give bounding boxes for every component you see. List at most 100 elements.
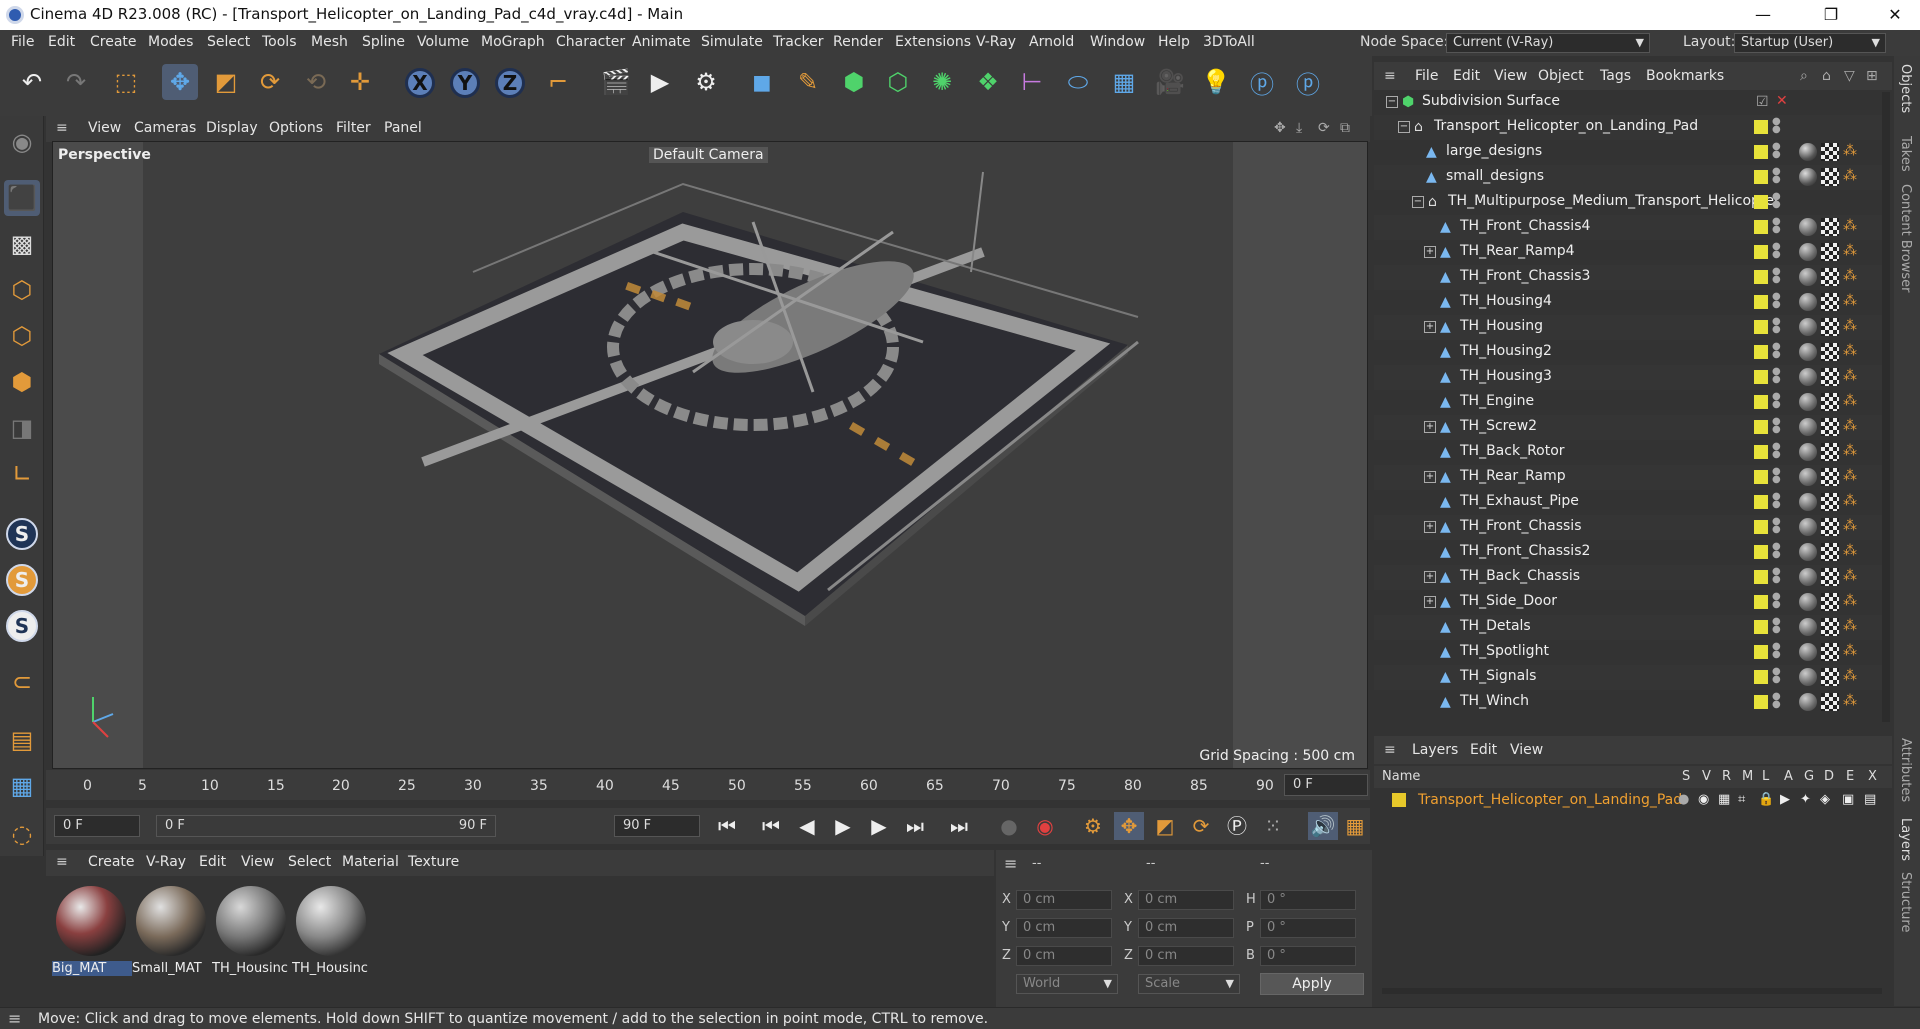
layer-color-swatch[interactable]	[1754, 370, 1768, 384]
layer-color-swatch[interactable]	[1754, 645, 1768, 659]
viewport-menu-options[interactable]: Options	[269, 120, 323, 136]
preview-range-slider[interactable]: 0 F 90 F	[156, 815, 496, 837]
current-frame-field[interactable]: 0 F	[1284, 774, 1368, 796]
menu-character[interactable]: Character	[556, 34, 625, 50]
vray-tag-icon[interactable]: ⁂	[1843, 518, 1861, 536]
visibility-dots[interactable]: ● ●	[1772, 667, 1781, 685]
visibility-dots[interactable]: ● ●	[1772, 192, 1781, 210]
texture-tag-icon[interactable]	[1821, 393, 1839, 411]
previous-frame-icon[interactable]: ◀	[792, 812, 822, 840]
material-menu-view[interactable]: View	[241, 854, 274, 870]
visibility-dots[interactable]: ● ●	[1772, 167, 1781, 185]
layer-color-swatch[interactable]	[1754, 670, 1768, 684]
sound-icon[interactable]: 🔊	[1308, 812, 1338, 840]
size-x-field[interactable]: 0 cm	[1138, 890, 1234, 910]
material-swatch[interactable]: Small_MAT	[132, 884, 212, 982]
material-tag-icon[interactable]	[1799, 443, 1817, 461]
generators-icon[interactable]: ✦	[1800, 792, 1811, 807]
new-window-icon[interactable]: ⊞	[1866, 68, 1878, 84]
object-row[interactable]: ▲ TH_Detals ● ● ⁂	[1374, 615, 1884, 640]
vray-tag-icon[interactable]: ⁂	[1843, 443, 1861, 461]
z-axis-lock-icon[interactable]: Z	[495, 68, 525, 98]
viewport-menu-cameras[interactable]: Cameras	[134, 120, 196, 136]
layer-menu-view[interactable]: View	[1510, 742, 1543, 758]
menu-modes[interactable]: Modes	[148, 34, 193, 50]
vray-tag-icon[interactable]: ⁂	[1843, 343, 1861, 361]
filter-icon[interactable]: ▽	[1844, 68, 1855, 84]
texture-tag-icon[interactable]	[1821, 568, 1839, 586]
material-swatch[interactable]: TH_Housinc	[212, 884, 292, 982]
texture-tag-icon[interactable]	[1821, 593, 1839, 611]
workplane-icon[interactable]: ▤	[4, 722, 40, 758]
quantize-icon[interactable]: S	[6, 610, 38, 642]
visibility-dots[interactable]: ● ●	[1772, 142, 1781, 160]
menu-arnold[interactable]: Arnold	[1029, 34, 1074, 50]
object-row[interactable]: ▲ TH_Housing4 ● ● ⁂	[1374, 290, 1884, 315]
tree-toggle[interactable]: −	[1412, 196, 1424, 208]
layout-dropdown[interactable]: Startup (User) ▼	[1734, 33, 1886, 53]
deformers-icon[interactable]: ◈	[1820, 792, 1830, 807]
object-menu-tags[interactable]: Tags	[1600, 68, 1631, 84]
material-menu-vray[interactable]: V-Ray	[146, 854, 186, 870]
layer-color-swatch[interactable]	[1392, 793, 1406, 807]
object-row[interactable]: ▲ small_designs ● ● ⁂	[1374, 165, 1884, 190]
rotation-b-field[interactable]: 0 °	[1260, 946, 1356, 966]
layer-color-swatch[interactable]	[1754, 295, 1768, 309]
rotation-key-icon[interactable]: ⟳	[1186, 812, 1216, 840]
rotation-p-field[interactable]: 0 °	[1260, 918, 1356, 938]
material-menu-texture[interactable]: Texture	[408, 854, 459, 870]
texture-tag-icon[interactable]	[1821, 343, 1839, 361]
live-selection-icon[interactable]: ⬚	[108, 64, 144, 100]
next-key-icon[interactable]: ⏭	[900, 812, 930, 840]
menu-file[interactable]: File	[11, 34, 34, 50]
home-icon[interactable]: ⌂	[1822, 68, 1831, 84]
menu-select[interactable]: Select	[207, 34, 250, 50]
menu-mesh[interactable]: Mesh	[311, 34, 348, 50]
extrude-icon[interactable]: ⬡	[880, 64, 916, 100]
tab-takes[interactable]: Takes	[1898, 136, 1913, 172]
object-row[interactable]: + ▲ TH_Rear_Ramp4 ● ● ⁂	[1374, 240, 1884, 265]
rotate-tool-icon[interactable]: ⟳	[252, 64, 288, 100]
texture-tag-icon[interactable]	[1821, 218, 1839, 236]
menu-help[interactable]: Help	[1158, 34, 1190, 50]
texture-tag-icon[interactable]	[1821, 468, 1839, 486]
texture-tag-icon[interactable]	[1821, 268, 1839, 286]
material-swatch[interactable]: TH_Housinc	[292, 884, 372, 982]
magnet-icon[interactable]: ⊂	[4, 664, 40, 700]
node-space-dropdown[interactable]: Current (V-Ray) ▼	[1446, 33, 1650, 53]
menu-render[interactable]: Render	[833, 34, 883, 50]
coordinate-system-icon[interactable]: ⌐	[540, 64, 576, 100]
texture-tag-icon[interactable]	[1821, 493, 1839, 511]
vray-tag-icon[interactable]: ⁂	[1843, 143, 1861, 161]
material-tag-icon[interactable]	[1799, 668, 1817, 686]
material-tag-icon[interactable]	[1799, 243, 1817, 261]
vray-tag-icon[interactable]: ⁂	[1843, 368, 1861, 386]
visibility-dots[interactable]: ● ●	[1772, 492, 1781, 510]
object-row[interactable]: ▲ TH_Front_Chassis3 ● ● ⁂	[1374, 265, 1884, 290]
vray-tag-icon[interactable]: ⁂	[1843, 618, 1861, 636]
recent-tools-icon[interactable]: ⟲	[298, 64, 334, 100]
tab-content-browser[interactable]: Content Browser	[1898, 184, 1913, 293]
object-row[interactable]: ▲ TH_Front_Chassis4 ● ● ⁂	[1374, 215, 1884, 240]
material-tag-icon[interactable]	[1799, 518, 1817, 536]
object-row[interactable]: ▲ TH_Winch ● ● ⁂	[1374, 690, 1884, 715]
vray-tag-icon[interactable]: ⁂	[1843, 593, 1861, 611]
layer-color-swatch[interactable]	[1754, 570, 1768, 584]
texture-tag-icon[interactable]	[1821, 318, 1839, 336]
apply-button[interactable]: Apply	[1260, 973, 1364, 995]
layer-color-swatch[interactable]	[1754, 545, 1768, 559]
tab-objects[interactable]: Objects	[1898, 64, 1913, 113]
disable-icon[interactable]: ✕	[1776, 93, 1788, 109]
search-icon[interactable]: ⌕	[1800, 68, 1808, 84]
menu-volume[interactable]: Volume	[417, 34, 469, 50]
position-y-field[interactable]: 0 cm	[1016, 918, 1112, 938]
material-tag-icon[interactable]	[1799, 568, 1817, 586]
visibility-dots[interactable]: ● ●	[1772, 617, 1781, 635]
model-mode-icon[interactable]: ⬛	[4, 180, 40, 216]
autokey-icon[interactable]: ◉	[1030, 812, 1060, 840]
vray-tag-icon[interactable]: ⁂	[1843, 293, 1861, 311]
visibility-dots[interactable]: ● ●	[1772, 442, 1781, 460]
texture-tag-icon[interactable]	[1821, 168, 1839, 186]
parameter-key-icon[interactable]: Ⓟ	[1222, 812, 1252, 840]
undo-icon[interactable]: ↶	[14, 64, 50, 100]
